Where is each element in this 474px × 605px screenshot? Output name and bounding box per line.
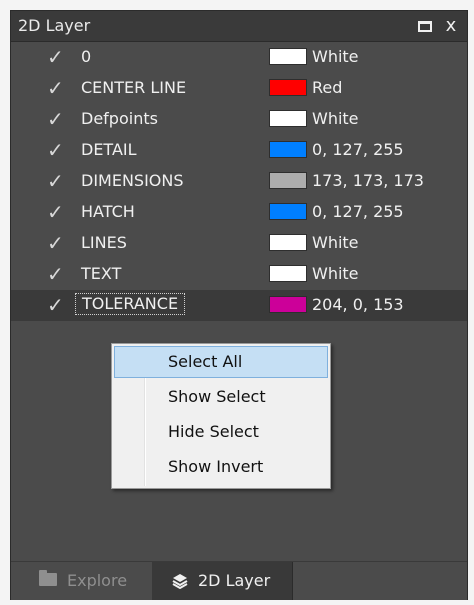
layer-name: DETAIL [81, 140, 137, 159]
layer-name: LINES [81, 233, 127, 252]
layer-color-label: 0, 127, 255 [312, 202, 404, 221]
menu-item-label: Hide Select [168, 422, 259, 441]
close-icon[interactable]: x [441, 16, 461, 36]
color-swatch[interactable] [269, 203, 307, 220]
layer-color-label: 204, 0, 153 [312, 295, 404, 314]
layer-row[interactable]: ✓ DIMENSIONS 173, 173, 173 [11, 166, 467, 197]
checkmark-icon[interactable]: ✓ [47, 295, 67, 315]
checkmark-icon[interactable]: ✓ [47, 47, 67, 67]
layer-color-label: White [312, 47, 359, 66]
menu-item-label: Select All [168, 352, 243, 371]
tab-explore[interactable]: Explore [29, 562, 159, 600]
color-swatch[interactable] [269, 265, 307, 282]
layer-color-label: White [312, 109, 359, 128]
tab-explore-label: Explore [67, 571, 128, 590]
checkmark-icon[interactable]: ✓ [47, 109, 67, 129]
layer-color-label: Red [312, 78, 343, 97]
layer-color-label: 0, 127, 255 [312, 140, 404, 159]
checkmark-icon[interactable]: ✓ [47, 140, 67, 160]
layer-list: ✓ 0 White ✓ CENTER LINE Red ✓ Defpoints … [11, 42, 467, 321]
checkmark-icon[interactable]: ✓ [47, 78, 67, 98]
menu-item-label: Show Invert [168, 457, 264, 476]
tab-2d-layer[interactable]: 2D Layer [152, 562, 293, 600]
layer-color-label: 173, 173, 173 [312, 171, 424, 190]
layer-row[interactable]: ✓ Defpoints White [11, 104, 467, 135]
layer-row[interactable]: ✓ HATCH 0, 127, 255 [11, 197, 467, 228]
menu-item-show-invert[interactable]: Show Invert [114, 451, 328, 483]
layer-row[interactable]: ✓ 0 White [11, 42, 467, 73]
panel-tab-bar: Explore 2D Layer [11, 561, 467, 600]
folder-icon [39, 570, 57, 586]
context-menu: Select All Show Select Hide Select Show … [111, 343, 331, 489]
layer-panel: 2D Layer x ✓ 0 White ✓ CENTER LINE Red ✓… [10, 10, 468, 600]
panel-titlebar: 2D Layer x [11, 11, 467, 42]
layer-name: 0 [81, 47, 92, 66]
color-swatch[interactable] [269, 172, 307, 189]
layer-row-selected[interactable]: ✓ TOLERANCE 204, 0, 153 [11, 290, 467, 321]
layer-name: CENTER LINE [81, 78, 187, 97]
layer-name: TEXT [81, 264, 122, 283]
layer-row[interactable]: ✓ LINES White [11, 228, 467, 259]
layer-row[interactable]: ✓ CENTER LINE Red [11, 73, 467, 104]
color-swatch[interactable] [269, 234, 307, 251]
layer-row[interactable]: ✓ DETAIL 0, 127, 255 [11, 135, 467, 166]
layer-color-label: White [312, 264, 359, 283]
checkmark-icon[interactable]: ✓ [47, 202, 67, 222]
layer-color-label: White [312, 233, 359, 252]
layer-name: Defpoints [81, 109, 158, 128]
color-swatch[interactable] [269, 48, 307, 65]
color-swatch[interactable] [269, 79, 307, 96]
checkmark-icon[interactable]: ✓ [47, 264, 67, 284]
color-swatch[interactable] [269, 296, 307, 313]
tab-2d-layer-label: 2D Layer [198, 571, 271, 590]
color-swatch[interactable] [269, 110, 307, 127]
layer-icon [172, 574, 188, 589]
panel-title: 2D Layer [18, 16, 91, 35]
menu-item-hide-select[interactable]: Hide Select [114, 416, 328, 448]
checkmark-icon[interactable]: ✓ [47, 171, 67, 191]
layer-row[interactable]: ✓ TEXT White [11, 259, 467, 290]
menu-item-select-all[interactable]: Select All [114, 346, 328, 378]
color-swatch[interactable] [269, 141, 307, 158]
layer-name: HATCH [81, 202, 135, 221]
restore-icon[interactable] [415, 16, 435, 36]
layer-name: DIMENSIONS [81, 171, 184, 190]
menu-item-label: Show Select [168, 387, 266, 406]
checkmark-icon[interactable]: ✓ [47, 233, 67, 253]
layer-name: TOLERANCE [75, 293, 186, 315]
menu-item-show-select[interactable]: Show Select [114, 381, 328, 413]
